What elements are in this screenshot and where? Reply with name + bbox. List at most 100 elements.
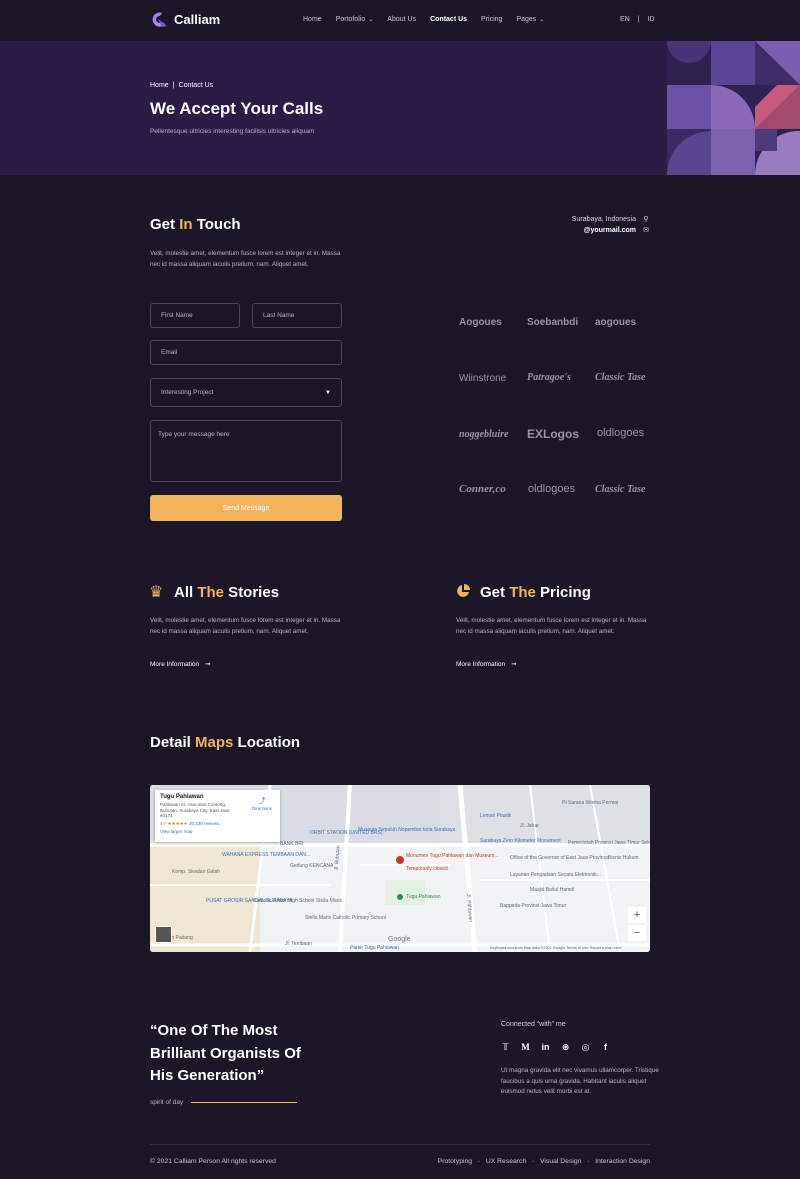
map-label: Layanan Pengadaan Secara Elektronik... — [510, 872, 601, 878]
quote-signature: spirit of day — [150, 1099, 298, 1106]
menu-item-portofolio[interactable]: Portofolio ⌄ — [336, 16, 374, 23]
menu-item-label: Pages — [516, 16, 537, 23]
heading-part: Location — [233, 734, 301, 751]
menu-item-label: Portofolio — [335, 16, 366, 23]
pie-chart-icon — [457, 584, 470, 597]
message-textarea[interactable]: Type your message here — [150, 420, 342, 482]
footer-link-dot: • — [478, 1158, 480, 1165]
instagram-icon[interactable]: ◎ — [581, 1042, 590, 1053]
first-name-placeholder: First Name — [161, 312, 193, 319]
page-subtitle: Pellentesque ultricies interesting facil… — [150, 128, 315, 135]
linkedin-icon[interactable]: in — [541, 1042, 550, 1053]
heading-accent: Maps — [195, 734, 234, 751]
social-icons: 𝕋 M in ⊛ ◎ f — [501, 1042, 610, 1053]
page-title: We Accept Your Calls — [150, 99, 324, 118]
heading-accent: The — [509, 584, 536, 601]
arrow-right-icon: ➞ — [511, 661, 517, 668]
all-the-stories-heading: All The Stories — [174, 584, 279, 601]
heading-part: Detail — [150, 734, 196, 751]
stories-more-link[interactable]: More Information ➞ — [150, 660, 211, 669]
map-layer-toggle[interactable] — [155, 926, 172, 943]
crown-icon: ♛ — [149, 584, 164, 601]
footer-link-dot: • — [532, 1158, 534, 1165]
map-label: Monumen Tugu Pahlawan dan Museum... — [406, 853, 499, 859]
message-placeholder: Type your message here — [158, 431, 230, 438]
zoom-out-button[interactable]: − — [628, 925, 646, 941]
get-the-pricing-heading: Get The Pricing — [480, 584, 591, 601]
lang-id[interactable]: ID — [648, 16, 655, 23]
footer-link[interactable]: UX Research — [486, 1158, 526, 1165]
dribbble-icon[interactable]: ⊛ — [561, 1042, 570, 1053]
brand-logo: Aogoues — [459, 317, 502, 328]
facebook-icon[interactable]: f — [601, 1042, 610, 1053]
map-label: Bappeda Provinsi Jawa Timur — [500, 903, 567, 909]
heading-part: All — [174, 584, 198, 601]
more-information-label: More Information — [456, 660, 506, 668]
menu-item-label: Contact Us — [430, 16, 468, 23]
send-message-button[interactable]: Send Message — [150, 495, 342, 521]
footer-link[interactable]: Visual Design — [540, 1158, 581, 1165]
get-in-touch-text: Velit, molestie amet, elementum fusce lo… — [150, 250, 341, 268]
envelope-icon: ✉ — [643, 227, 649, 234]
footer-link[interactable]: Prototyping — [438, 1158, 472, 1165]
menu-item-label: Home — [303, 16, 322, 23]
brand-logo: Classic Tase — [595, 484, 646, 495]
breadcrumb-home[interactable]: Home — [150, 82, 169, 89]
footer-link[interactable]: Interaction Design — [595, 1158, 650, 1165]
menu-item-home[interactable]: Home — [303, 16, 322, 23]
heading-accent: The — [197, 584, 225, 601]
menu-item-contact-us[interactable]: Contact Us — [430, 16, 467, 23]
more-information-label: More Information — [150, 660, 200, 668]
caret-down-icon: ▼ — [325, 389, 331, 396]
minus-icon: − — [633, 927, 641, 939]
map-label: Bisnis Hukum — [608, 855, 639, 861]
last-name-placeholder: Last Name — [263, 312, 295, 319]
language-switcher: EN | ID — [620, 16, 655, 23]
logo-mark-icon — [152, 12, 167, 27]
map-label: Pt Sarana Wisma Permai — [562, 800, 619, 806]
twitter-icon[interactable]: 𝕋 — [501, 1042, 510, 1053]
directions-label: Directions — [251, 806, 272, 811]
zoom-in-button[interactable]: + — [628, 907, 646, 923]
view-larger-map-link[interactable]: View larger map — [160, 829, 275, 834]
pricing-text: Velit, molestie amet, elementum fusce lo… — [456, 617, 647, 635]
logo[interactable]: Calliam — [150, 11, 220, 28]
map-info-card: Tugu Pahlawan Pahlawan St, Alun-alun Con… — [155, 790, 280, 842]
email-text[interactable]: @yourmail.com — [584, 225, 636, 236]
email-field[interactable]: Email — [150, 340, 342, 365]
breadcrumb-separator: | — [172, 82, 175, 89]
chevron-down-icon: ⌄ — [539, 17, 545, 23]
map-label: Pemerintah Provinsi Jawa Timur Sekretari… — [568, 840, 650, 846]
arrow-right-icon: ➞ — [205, 661, 211, 668]
menu-item-about-us[interactable]: About Us — [387, 16, 416, 23]
medium-icon[interactable]: M — [521, 1042, 530, 1053]
first-name-field[interactable]: First Name — [150, 303, 240, 328]
map-card-reviews[interactable]: 20,138 reviews — [189, 821, 219, 826]
detail-maps-heading: Detail Maps Location — [150, 734, 300, 751]
map-label: Masjid Baitul Hamdi — [530, 887, 575, 893]
heading-part: Stories — [224, 584, 280, 601]
stories-text: Velit, molestie amet, elementum fusce lo… — [150, 617, 341, 635]
last-name-field[interactable]: Last Name — [252, 303, 342, 328]
main-menu: Home Portofolio ⌄ About Us Contact Us Pri… — [303, 16, 558, 23]
map-label: Jl. Jahar — [520, 823, 539, 829]
quote-author: spirit of day — [150, 1099, 184, 1106]
google-logo: Google — [388, 936, 411, 943]
map-label: BANK BRI — [280, 841, 304, 847]
map-label: Office of the Governor of East Java Prov… — [510, 855, 609, 861]
directions-link[interactable]: ⤴ Directions — [252, 796, 272, 811]
email-placeholder: Email — [161, 349, 178, 356]
pricing-more-link[interactable]: More Information ➞ — [456, 660, 517, 669]
menu-item-pricing[interactable]: Pricing — [481, 16, 502, 23]
embedded-map[interactable]: Tugu Pahlawan Pahlawan St, Alun-alun Con… — [150, 785, 650, 952]
map-label: Temporarily closed — [406, 866, 448, 872]
social-text: Ut magna gravida elit nec vivamus ullamc… — [501, 1067, 659, 1095]
map-label: WAHANA EXPRESS TEMBAAN DAN... — [222, 852, 311, 858]
menu-item-label: About Us — [387, 16, 417, 23]
menu-item-pages[interactable]: Pages ⌄ — [516, 16, 544, 23]
map-label: Parkir Tugu Pahlawan — [350, 945, 399, 951]
project-select[interactable]: Interesting Project ▼ — [150, 378, 342, 407]
lang-en[interactable]: EN — [620, 16, 630, 23]
map-card-address: Pahlawan St, Alun-alun Contong, Bubutan,… — [160, 802, 230, 818]
map-attribution[interactable]: Keyboard shortcuts Map data ©2021 Google… — [490, 946, 622, 950]
